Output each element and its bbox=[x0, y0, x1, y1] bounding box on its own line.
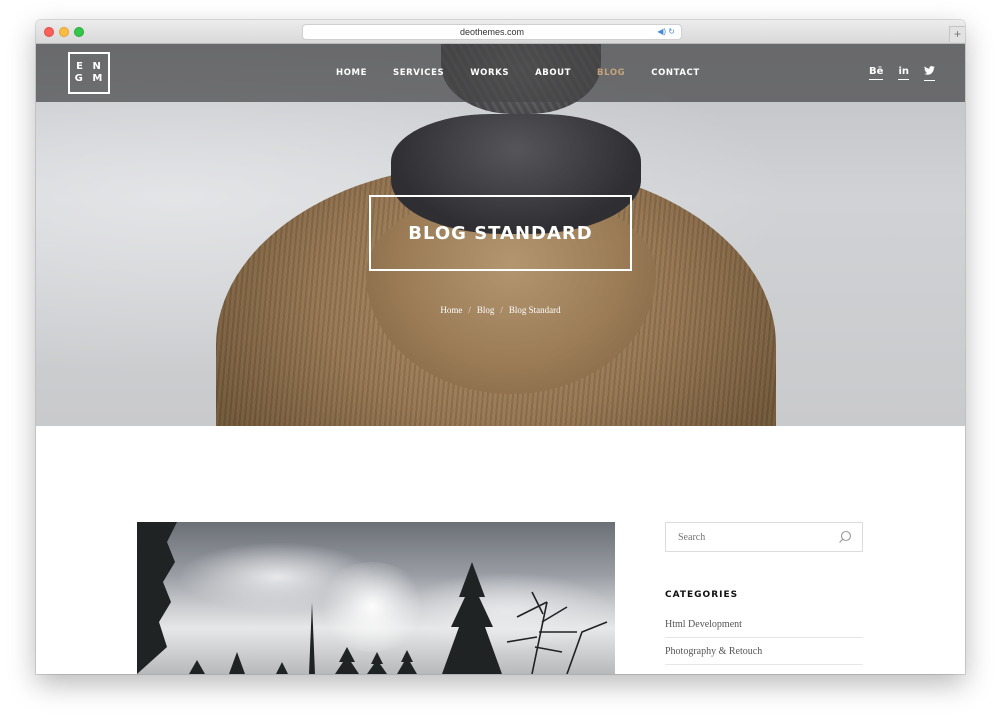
twitter-icon[interactable] bbox=[924, 65, 935, 81]
logo-line-1: E N bbox=[76, 61, 104, 72]
breadcrumb-home[interactable]: Home bbox=[440, 305, 462, 315]
nav-about[interactable]: ABOUT bbox=[535, 68, 571, 78]
main-nav: HOME SERVICES WORKS ABOUT BLOG CONTACT bbox=[336, 44, 700, 102]
nav-services[interactable]: SERVICES bbox=[393, 68, 444, 78]
address-bar[interactable]: deothemes.com ◀) ↻ bbox=[302, 24, 682, 40]
new-tab-button[interactable]: + bbox=[949, 26, 965, 42]
search-icon[interactable] bbox=[838, 530, 852, 544]
categories-title: CATEGORIES bbox=[665, 590, 739, 600]
hero-title-box: BLOG STANDARD bbox=[369, 195, 632, 271]
social-links: Bē in bbox=[869, 44, 935, 102]
breadcrumb-separator: / bbox=[468, 305, 471, 315]
category-html-development[interactable]: Html Development bbox=[665, 611, 863, 638]
nav-works[interactable]: WORKS bbox=[470, 68, 509, 78]
behance-icon[interactable]: Bē bbox=[869, 66, 884, 80]
browser-window: deothemes.com ◀) ↻ + E N G M HOME SERVIC… bbox=[36, 20, 965, 674]
logo-line-2: G M bbox=[74, 73, 106, 84]
image-trees bbox=[137, 522, 608, 674]
post-featured-image[interactable] bbox=[137, 522, 615, 674]
page-title: BLOG STANDARD bbox=[408, 222, 593, 244]
browser-toolbar: deothemes.com ◀) ↻ + bbox=[36, 20, 965, 44]
reload-icon[interactable]: ◀) ↻ bbox=[657, 25, 675, 39]
breadcrumb-blog[interactable]: Blog bbox=[477, 305, 495, 315]
breadcrumb-current: Blog Standard bbox=[508, 305, 561, 315]
breadcrumb-separator: / bbox=[500, 305, 503, 315]
search-widget bbox=[665, 522, 863, 552]
minimize-window-button[interactable] bbox=[59, 27, 69, 37]
close-window-button[interactable] bbox=[44, 27, 54, 37]
site-navbar: E N G M HOME SERVICES WORKS ABOUT BLOG C… bbox=[36, 44, 965, 102]
nav-contact[interactable]: CONTACT bbox=[651, 68, 700, 78]
address-bar-url: deothemes.com bbox=[459, 27, 525, 37]
site-logo[interactable]: E N G M bbox=[68, 52, 110, 94]
breadcrumb: Home / Blog / Blog Standard bbox=[36, 305, 965, 315]
main-content: CATEGORIES Html Development Photography … bbox=[36, 426, 965, 674]
linkedin-icon[interactable]: in bbox=[898, 66, 909, 80]
zoom-window-button[interactable] bbox=[74, 27, 84, 37]
hero-section: E N G M HOME SERVICES WORKS ABOUT BLOG C… bbox=[36, 44, 965, 426]
search-input[interactable] bbox=[666, 523, 836, 551]
nav-home[interactable]: HOME bbox=[336, 68, 367, 78]
categories-list: Html Development Photography & Retouch bbox=[665, 611, 863, 665]
category-photography-retouch[interactable]: Photography & Retouch bbox=[665, 638, 863, 665]
nav-blog[interactable]: BLOG bbox=[597, 68, 625, 78]
